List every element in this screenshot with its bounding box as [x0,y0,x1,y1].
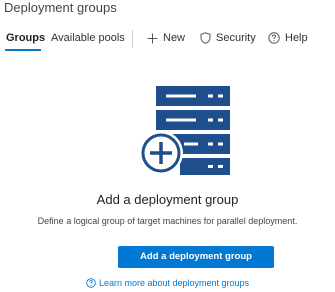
server-stack-add-icon [139,86,230,175]
page-title: Deployment groups [4,0,117,15]
toolbar-divider [132,30,133,48]
tab-groups[interactable]: Groups [6,31,45,45]
shield-icon [200,32,211,44]
security-button-label: Security [216,32,256,44]
add-deployment-group-button[interactable]: Add a deployment group [118,246,274,268]
help-button-label: Help [285,32,308,44]
empty-state-description: Define a logical group of target machine… [37,216,298,226]
help-circle-icon [86,278,96,288]
plus-icon [147,33,158,43]
tab-selected-indicator [5,49,41,51]
tab-bar: Groups Available pools New Security Help [0,26,335,54]
empty-state-title: Add a deployment group [96,192,239,207]
help-circle-icon [268,32,280,44]
tab-available-pools[interactable]: Available pools [51,31,125,45]
learn-more-label: Learn more about deployment groups [98,278,250,288]
learn-more-link[interactable]: Learn more about deployment groups [0,277,335,289]
security-button[interactable]: Security [200,31,256,45]
help-button[interactable]: Help [268,31,308,45]
new-button[interactable]: New [147,31,185,45]
new-button-label: New [163,32,186,44]
